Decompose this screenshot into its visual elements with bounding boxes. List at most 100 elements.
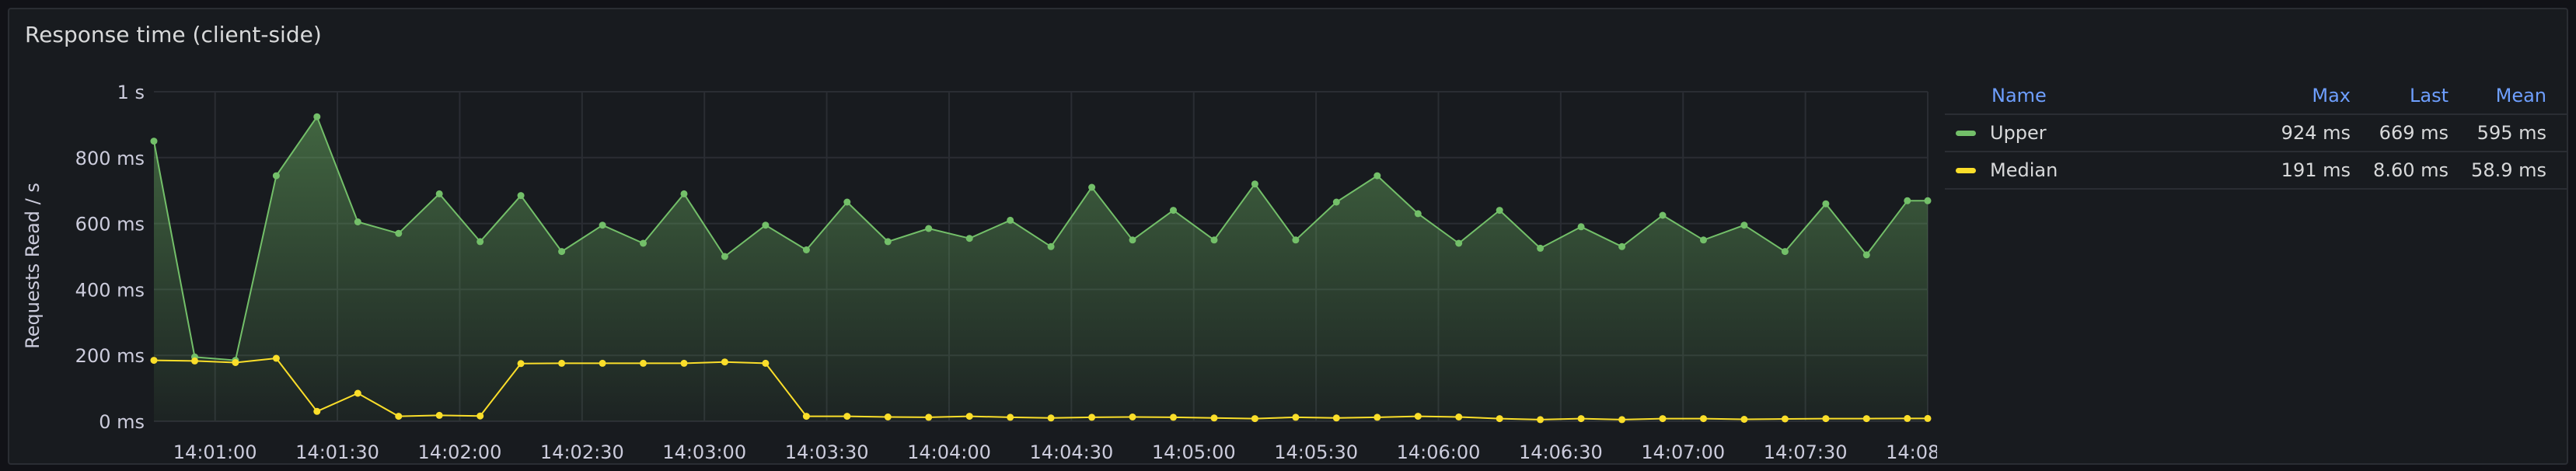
data-point-median[interactable] (1700, 415, 1707, 423)
legend-last-value: 8.60 ms (2373, 159, 2449, 181)
data-point-upper[interactable] (354, 218, 361, 225)
data-point-upper[interactable] (1007, 216, 1014, 224)
data-point-median[interactable] (965, 413, 973, 420)
data-point-median[interactable] (721, 358, 728, 366)
data-point-median[interactable] (1577, 415, 1585, 423)
data-point-upper[interactable] (476, 238, 484, 246)
data-point-median[interactable] (1455, 413, 1463, 420)
data-point-median[interactable] (1618, 416, 1626, 424)
response-time-panel: Response time (client-side) 0 ms 200 ms 40… (8, 8, 2568, 465)
data-point-median[interactable] (517, 360, 525, 368)
data-point-upper[interactable] (925, 225, 933, 232)
data-point-upper[interactable] (517, 192, 525, 200)
data-point-upper[interactable] (762, 222, 770, 229)
data-point-median[interactable] (395, 413, 403, 420)
data-point-upper[interactable] (1537, 244, 1545, 252)
data-point-median[interactable] (640, 359, 647, 367)
data-point-upper[interactable] (1332, 198, 1340, 206)
data-point-median[interactable] (1292, 413, 1300, 421)
legend-series-name[interactable]: Upper (1990, 122, 2047, 144)
data-point-median[interactable] (1924, 414, 1932, 422)
data-point-median[interactable] (272, 354, 280, 362)
data-point-median[interactable] (313, 407, 321, 415)
data-point-median[interactable] (1047, 414, 1055, 422)
data-point-median[interactable] (1740, 416, 1748, 423)
data-point-median[interactable] (1822, 415, 1830, 423)
data-point-upper[interactable] (721, 253, 728, 260)
data-point-upper[interactable] (272, 172, 280, 180)
data-point-upper[interactable] (1659, 211, 1667, 219)
data-point-upper[interactable] (1904, 197, 1911, 204)
data-point-median[interactable] (843, 413, 851, 420)
data-point-upper[interactable] (1374, 172, 1381, 180)
data-point-upper[interactable] (843, 198, 851, 206)
data-point-median[interactable] (1170, 413, 1177, 421)
data-point-median[interactable] (680, 359, 688, 367)
data-point-upper[interactable] (599, 222, 606, 229)
data-point-upper[interactable] (1496, 207, 1503, 215)
legend-header-last[interactable]: Last (2351, 85, 2449, 106)
data-point-median[interactable] (1088, 413, 1096, 421)
data-point-upper[interactable] (1862, 251, 1870, 259)
data-point-upper[interactable] (1455, 239, 1463, 247)
data-point-median[interactable] (802, 413, 810, 420)
data-point-upper[interactable] (1210, 236, 1218, 244)
data-point-upper[interactable] (1822, 200, 1830, 208)
data-point-upper[interactable] (1577, 223, 1585, 231)
data-point-upper[interactable] (884, 238, 892, 246)
data-point-upper[interactable] (1088, 183, 1096, 191)
data-point-median[interactable] (558, 359, 566, 367)
data-point-median[interactable] (1332, 414, 1340, 422)
data-point-median[interactable] (1781, 415, 1789, 423)
data-point-upper[interactable] (1700, 236, 1707, 244)
data-point-upper[interactable] (965, 235, 973, 242)
data-point-median[interactable] (1537, 416, 1545, 424)
data-point-median[interactable] (1862, 415, 1870, 423)
data-point-median[interactable] (599, 359, 606, 367)
x-tick-label: 14:04:00 (907, 441, 991, 463)
data-point-median[interactable] (1496, 415, 1503, 423)
data-point-upper[interactable] (1251, 180, 1258, 188)
data-point-median[interactable] (1414, 413, 1422, 420)
legend-header-name[interactable]: Name (1945, 85, 2253, 106)
data-point-upper[interactable] (395, 229, 403, 237)
data-point-upper[interactable] (1924, 197, 1932, 204)
legend-row-upper[interactable]: Upper 924 ms 669 ms 595 ms (1945, 115, 2567, 152)
data-point-upper[interactable] (802, 246, 810, 253)
data-point-median[interactable] (232, 359, 239, 366)
data-point-upper[interactable] (1618, 242, 1626, 250)
data-point-upper[interactable] (1170, 207, 1177, 215)
data-point-median[interactable] (762, 359, 770, 367)
data-point-upper[interactable] (640, 239, 647, 247)
data-point-upper[interactable] (1740, 222, 1748, 229)
data-point-upper[interactable] (150, 138, 158, 145)
data-point-upper[interactable] (558, 248, 566, 256)
data-point-median[interactable] (884, 413, 892, 420)
legend-header-max[interactable]: Max (2253, 85, 2351, 106)
data-point-median[interactable] (191, 357, 198, 365)
data-point-median[interactable] (1007, 413, 1014, 421)
data-point-median[interactable] (1210, 414, 1218, 422)
data-point-upper[interactable] (680, 190, 688, 197)
data-point-median[interactable] (1251, 415, 1258, 423)
x-tick-label: 14:08:00 (1886, 441, 1937, 463)
data-point-upper[interactable] (1414, 210, 1422, 218)
data-point-upper[interactable] (313, 113, 321, 120)
data-point-median[interactable] (435, 411, 443, 419)
data-point-median[interactable] (1129, 413, 1136, 420)
data-point-upper[interactable] (1292, 236, 1300, 244)
data-point-median[interactable] (1374, 413, 1381, 421)
data-point-upper[interactable] (1781, 248, 1789, 256)
data-point-upper[interactable] (1047, 242, 1055, 250)
data-point-median[interactable] (1659, 415, 1667, 423)
legend-series-name[interactable]: Median (1990, 159, 2058, 181)
data-point-median[interactable] (354, 389, 361, 397)
data-point-median[interactable] (925, 413, 933, 421)
legend-header-mean[interactable]: Mean (2449, 85, 2567, 106)
data-point-median[interactable] (476, 412, 484, 420)
data-point-median[interactable] (150, 357, 158, 365)
data-point-upper[interactable] (1129, 236, 1136, 244)
data-point-upper[interactable] (435, 190, 443, 197)
legend-row-median[interactable]: Median 191 ms 8.60 ms 58.9 ms (1945, 152, 2567, 190)
data-point-median[interactable] (1904, 414, 1911, 422)
